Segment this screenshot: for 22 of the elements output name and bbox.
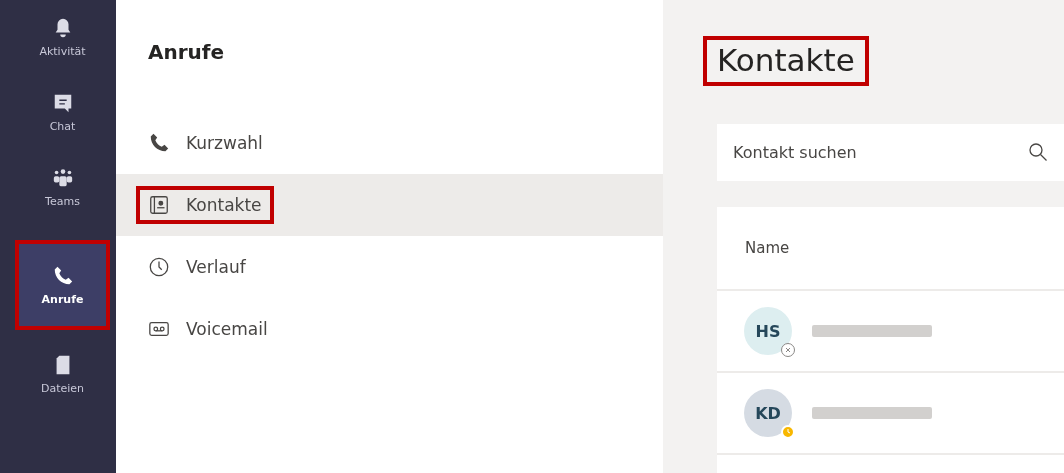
clock-icon bbox=[148, 256, 170, 278]
panel-title: Anrufe bbox=[148, 40, 225, 64]
app-bar-item[interactable]: Teams bbox=[15, 150, 110, 225]
contact-card-icon bbox=[148, 194, 170, 216]
nav-item[interactable]: Kontakte bbox=[136, 186, 274, 224]
avatar: KD bbox=[744, 389, 792, 437]
people-icon bbox=[51, 167, 74, 189]
page-title: Kontakte bbox=[703, 36, 869, 86]
away-status-icon bbox=[781, 425, 795, 439]
app-bar-item[interactable]: Anrufe bbox=[15, 240, 110, 330]
column-header: Name bbox=[745, 239, 790, 257]
app-bar-item[interactable]: Aktivität bbox=[15, 0, 110, 75]
search-field[interactable]: Kontakt suchen bbox=[717, 124, 1064, 181]
offline-status-icon bbox=[781, 343, 795, 357]
app-bar-item[interactable]: Chat bbox=[15, 75, 110, 150]
nav-item[interactable]: Voicemail bbox=[136, 310, 280, 348]
app-bar-item[interactable]: Dateien bbox=[15, 337, 110, 412]
nav-item[interactable]: Verlauf bbox=[136, 248, 258, 286]
phone-icon bbox=[148, 132, 170, 154]
avatar: HS bbox=[744, 307, 792, 355]
nav-item[interactable]: Kurzwahl bbox=[136, 124, 275, 162]
search-icon bbox=[1028, 142, 1048, 162]
